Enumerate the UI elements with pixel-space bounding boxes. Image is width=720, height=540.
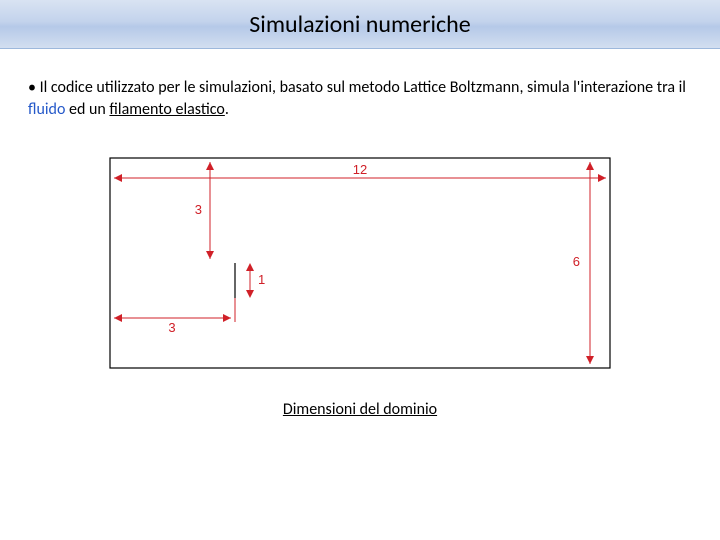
page-title: Simulazioni numeriche [249,10,470,39]
text-mid: ed un [65,100,109,119]
dim-width-label: 12 [353,162,367,177]
dim-filament: 1 [246,263,265,298]
diagram-svg: 12 6 3 1 [90,148,630,378]
dim-height-label: 6 [573,254,580,269]
diagram-caption: Dimensioni del dominio [0,400,720,419]
dim-filament-label: 1 [258,272,265,287]
dim-x-offset-label: 3 [168,320,175,335]
domain-diagram: 12 6 3 1 [90,148,630,378]
dim-height: 6 [573,162,594,364]
text-lead: • Il codice utilizzato per le simulazion… [28,78,686,97]
dim-width: 12 [114,162,606,182]
dim-y-offset: 3 [195,162,214,259]
dim-y-offset-label: 3 [195,202,202,217]
text-fluido: fluido [28,100,65,119]
domain-rect [110,158,610,368]
title-bar: Simulazioni numeriche [0,0,720,49]
text-end: . [225,100,229,119]
dim-x-offset: 3 [114,298,235,335]
text-filamento: filamento elastico [109,100,224,119]
body-paragraph: • Il codice utilizzato per le simulazion… [0,49,720,130]
